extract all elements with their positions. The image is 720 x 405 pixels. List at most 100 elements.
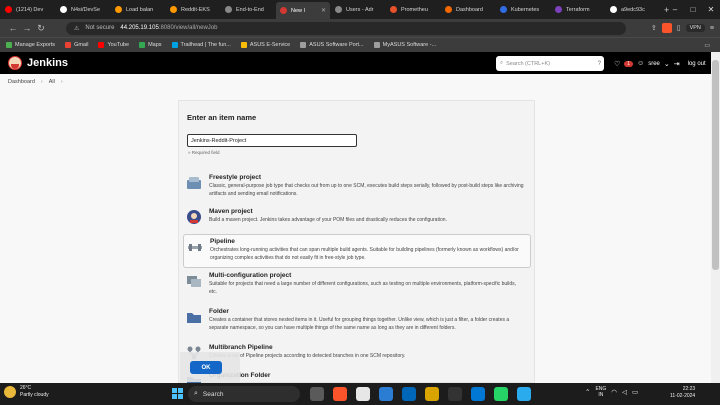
tab-favicon-icon [60,6,67,13]
browser-tab[interactable]: Terraform [551,2,605,17]
browser-tab[interactable]: Load balan [111,2,165,17]
tab-favicon-icon [225,6,232,13]
scrollbar-thumb[interactable] [712,60,719,270]
item-type-freestyle[interactable]: Freestyle project Classic, general-purpos… [183,171,531,205]
tab-favicon-icon [390,6,397,13]
breadcrumb-dashboard[interactable]: Dashboard [8,79,35,85]
bookmark-favicon-icon [171,42,178,48]
warning-icon: ⚠ [74,25,80,32]
item-type-description: Creates a container that stores nested i… [209,317,510,331]
vscode-icon[interactable] [471,387,485,401]
share-icon[interactable]: ⇪ [651,24,657,32]
breadcrumb-separator-icon: › [40,79,43,85]
menu-icon[interactable]: ≡ [710,25,714,32]
tab-label: Kubernetes [511,6,540,13]
tab-favicon-icon [500,6,507,13]
all-bookmarks-icon[interactable]: ▭ [704,42,710,49]
tab-favicon-icon [335,6,342,13]
tab-label: Terraform [566,6,590,13]
browser-tab[interactable]: New I ✕ [276,2,330,19]
browser-tab[interactable]: Reddit-EKS [166,2,220,17]
forward-icon[interactable]: → [20,23,34,33]
close-tab-icon[interactable]: ✕ [321,7,326,14]
chatgpt-icon[interactable] [356,387,370,401]
volume-icon[interactable]: ◁ [622,388,627,396]
minimize-icon[interactable]: – [666,5,684,14]
jenkins-title[interactable]: Jenkins [27,57,68,69]
region-code: IN [598,392,604,398]
back-icon[interactable]: ← [6,23,20,33]
brave-shield-icon[interactable] [661,23,672,33]
bookmark-item[interactable]: Manage Exports [6,42,55,48]
item-type-folder[interactable]: Folder Creates a container that stores ne… [183,305,531,339]
browser-tab[interactable]: (1214) Dev [1,2,55,17]
item-name-input[interactable] [187,134,357,147]
bookmark-item[interactable]: Trailhead | The fun... [171,42,231,48]
telegram-icon[interactable] [517,387,531,401]
windows-start-icon[interactable] [172,388,183,399]
item-type-pipeline[interactable]: Pipeline Orchestrates long-running activi… [183,234,531,268]
bookmark-item[interactable]: MyASUS Software -... [373,42,436,48]
whatsapp-icon[interactable] [494,387,508,401]
breadcrumb-separator-icon: › [60,79,63,85]
security-shield-icon[interactable]: ♡ [614,60,620,68]
browser-tab[interactable]: Dashboard [441,2,495,17]
bookmark-item[interactable]: ASUS E-Service [240,42,290,48]
reload-icon[interactable]: ↻ [34,23,48,34]
user-name[interactable]: sree [648,61,660,67]
tab-label: a9edc93c [621,6,645,13]
vpn-button[interactable]: VPN [685,24,705,32]
weather-temp: 26°C [20,385,32,391]
bookmarks-bar: Manage Exports Gmail YouTube Maps Trailhead … [0,37,720,52]
file-explorer-icon[interactable] [310,387,324,401]
jenkins-logo-icon[interactable] [8,56,22,70]
logout-link[interactable]: log out [688,61,706,67]
store-icon[interactable] [402,387,416,401]
ok-button[interactable]: OK [190,361,222,374]
chevron-up-icon[interactable]: ⌃ [585,388,590,396]
item-type-name: Multi-configuration project [209,272,292,279]
chevron-down-icon[interactable]: ⌄ [664,60,670,68]
bookmark-item[interactable]: ASUS Software Port... [300,42,364,48]
tab-label: Load balan [126,6,154,13]
browser-tab[interactable]: Kubernetes [496,2,550,17]
item-type-description: Suitable for projects that need a large … [209,281,517,295]
search-box[interactable]: ⌕ Search (CTRL+K) ? [496,56,604,71]
tab-label: End-to-End [236,6,264,13]
close-window-icon[interactable]: ✕ [702,5,720,14]
notification-badge[interactable]: 1 [624,60,634,67]
language-indicator[interactable]: ENG IN [595,386,606,398]
wifi-icon[interactable]: ◠ [611,388,617,396]
taskbar-search[interactable]: ⌕ Search [188,386,300,402]
url-field[interactable]: ⚠ Not secure 44.205.19.105 :8080/view/al… [66,21,626,35]
terminal-icon[interactable] [448,387,462,401]
tab-label: N4si/DevSe [71,6,101,13]
weather-widget[interactable]: 26°C Partly cloudy [4,385,49,399]
bookmark-favicon-icon [300,42,307,48]
bookmark-item[interactable]: Gmail [65,42,88,48]
browser-tab[interactable]: a9edc93c [606,2,660,17]
bookmark-favicon-icon [139,42,146,48]
folder-icon[interactable] [425,387,439,401]
tab-favicon-icon [115,6,122,13]
maximize-icon[interactable]: □ [684,5,702,14]
user-icon[interactable]: ☺ [637,60,644,67]
browser-tab[interactable]: Users - Adr [331,2,385,17]
breadcrumb-all[interactable]: All [49,79,55,85]
jenkins-header: Jenkins ⌕ Search (CTRL+K) ? ♡ 1 ☺ sree ⌄… [0,52,720,74]
bookmark-label: Maps [148,42,162,48]
browser-tab[interactable]: N4si/DevSe [56,2,110,17]
logout-icon[interactable]: ⇥ [674,60,680,68]
brave-browser-icon[interactable] [333,387,347,401]
bookmark-item[interactable]: Maps [139,42,162,48]
item-type-multi-config[interactable]: Multi-configuration project Suitable for … [183,269,531,303]
help-icon[interactable]: ? [598,61,601,67]
search-input[interactable]: Search (CTRL+K) [506,61,550,67]
browser-tab[interactable]: End-to-End [221,2,275,17]
battery-icon[interactable]: ▭ [632,388,638,396]
bookmark-item[interactable]: YouTube [98,42,129,48]
mail-icon[interactable] [379,387,393,401]
sidebar-icon[interactable]: ▯ [677,24,681,32]
browser-tab[interactable]: Prometheu [386,2,440,17]
clock[interactable]: 22:23 11-02-2024 [670,386,695,400]
